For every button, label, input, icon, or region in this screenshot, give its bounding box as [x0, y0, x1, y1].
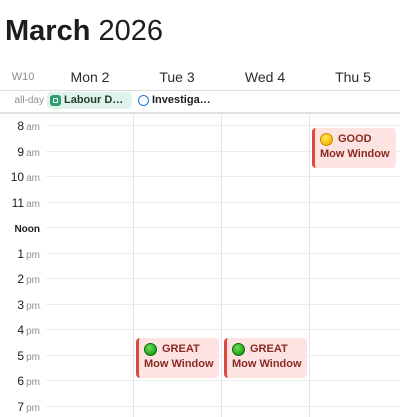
- day-divider: [309, 114, 310, 417]
- hour-label: 10 am: [10, 170, 40, 184]
- day-header-wed[interactable]: Wed 4: [222, 67, 308, 87]
- all-day-event-title: Labour D…: [64, 94, 124, 106]
- event-status: GOOD: [338, 133, 372, 145]
- hour-line: [46, 380, 400, 381]
- all-day-event-title: Investiga…: [152, 94, 211, 106]
- hour-label: Noon: [14, 224, 40, 235]
- green-circle-icon: [144, 342, 157, 356]
- event-mow-window-tue[interactable]: GREAT Mow Window: [136, 338, 219, 378]
- month-name: March: [5, 15, 91, 47]
- event-title: Mow Window: [144, 358, 214, 370]
- hour-label: 6 pm: [17, 374, 40, 388]
- event-mow-window-wed[interactable]: GREAT Mow Window: [224, 338, 307, 378]
- hour-line: [46, 278, 400, 279]
- hour-line: [46, 304, 400, 305]
- green-circle-icon: [232, 342, 245, 356]
- hour-label: 9 am: [17, 145, 40, 159]
- hour-label: 5 pm: [17, 349, 40, 363]
- event-status: GREAT: [162, 343, 200, 355]
- hour-line: [46, 202, 400, 203]
- day-divider: [133, 114, 134, 417]
- day-header-tue[interactable]: Tue 3: [134, 67, 220, 87]
- hour-label: 3 pm: [17, 298, 40, 312]
- hour-line: [46, 125, 400, 126]
- calendar-icon: [50, 95, 61, 106]
- time-grid[interactable]: 8 am 9 am 10 am 11 am Noon 1 pm 2 pm 3 pm 4 pm 5…: [0, 114, 400, 417]
- hour-label: 4 pm: [17, 323, 40, 337]
- circle-icon: [138, 95, 149, 106]
- all-day-label: all-day: [14, 95, 44, 106]
- day-divider: [221, 114, 222, 417]
- hour-line: [46, 227, 400, 228]
- hour-line: [46, 176, 400, 177]
- yellow-circle-icon: [320, 132, 333, 146]
- hour-label: 2 pm: [17, 272, 40, 286]
- hour-line: [46, 253, 400, 254]
- hour-line: [46, 406, 400, 407]
- hour-line: [46, 355, 400, 356]
- event-title: Mow Window: [320, 148, 390, 160]
- hour-line: [46, 329, 400, 330]
- all-day-event-investigation[interactable]: Investiga…: [135, 92, 221, 109]
- day-header-mon[interactable]: Mon 2: [47, 67, 133, 87]
- event-status: GREAT: [250, 343, 288, 355]
- all-day-event-labour-day[interactable]: Labour D…: [47, 92, 132, 109]
- event-title: Mow Window: [232, 358, 302, 370]
- week-number: W10: [11, 71, 35, 83]
- year: 2026: [98, 15, 163, 47]
- month-title: March 2026: [5, 12, 163, 50]
- hour-label: 8 am: [17, 119, 40, 133]
- hour-label: 1 pm: [17, 247, 40, 261]
- hour-label: 11 am: [11, 196, 40, 210]
- day-header-thu[interactable]: Thu 5: [310, 67, 396, 87]
- event-mow-window-thu[interactable]: GOOD Mow Window: [312, 128, 396, 168]
- hour-label: 7 pm: [17, 400, 40, 414]
